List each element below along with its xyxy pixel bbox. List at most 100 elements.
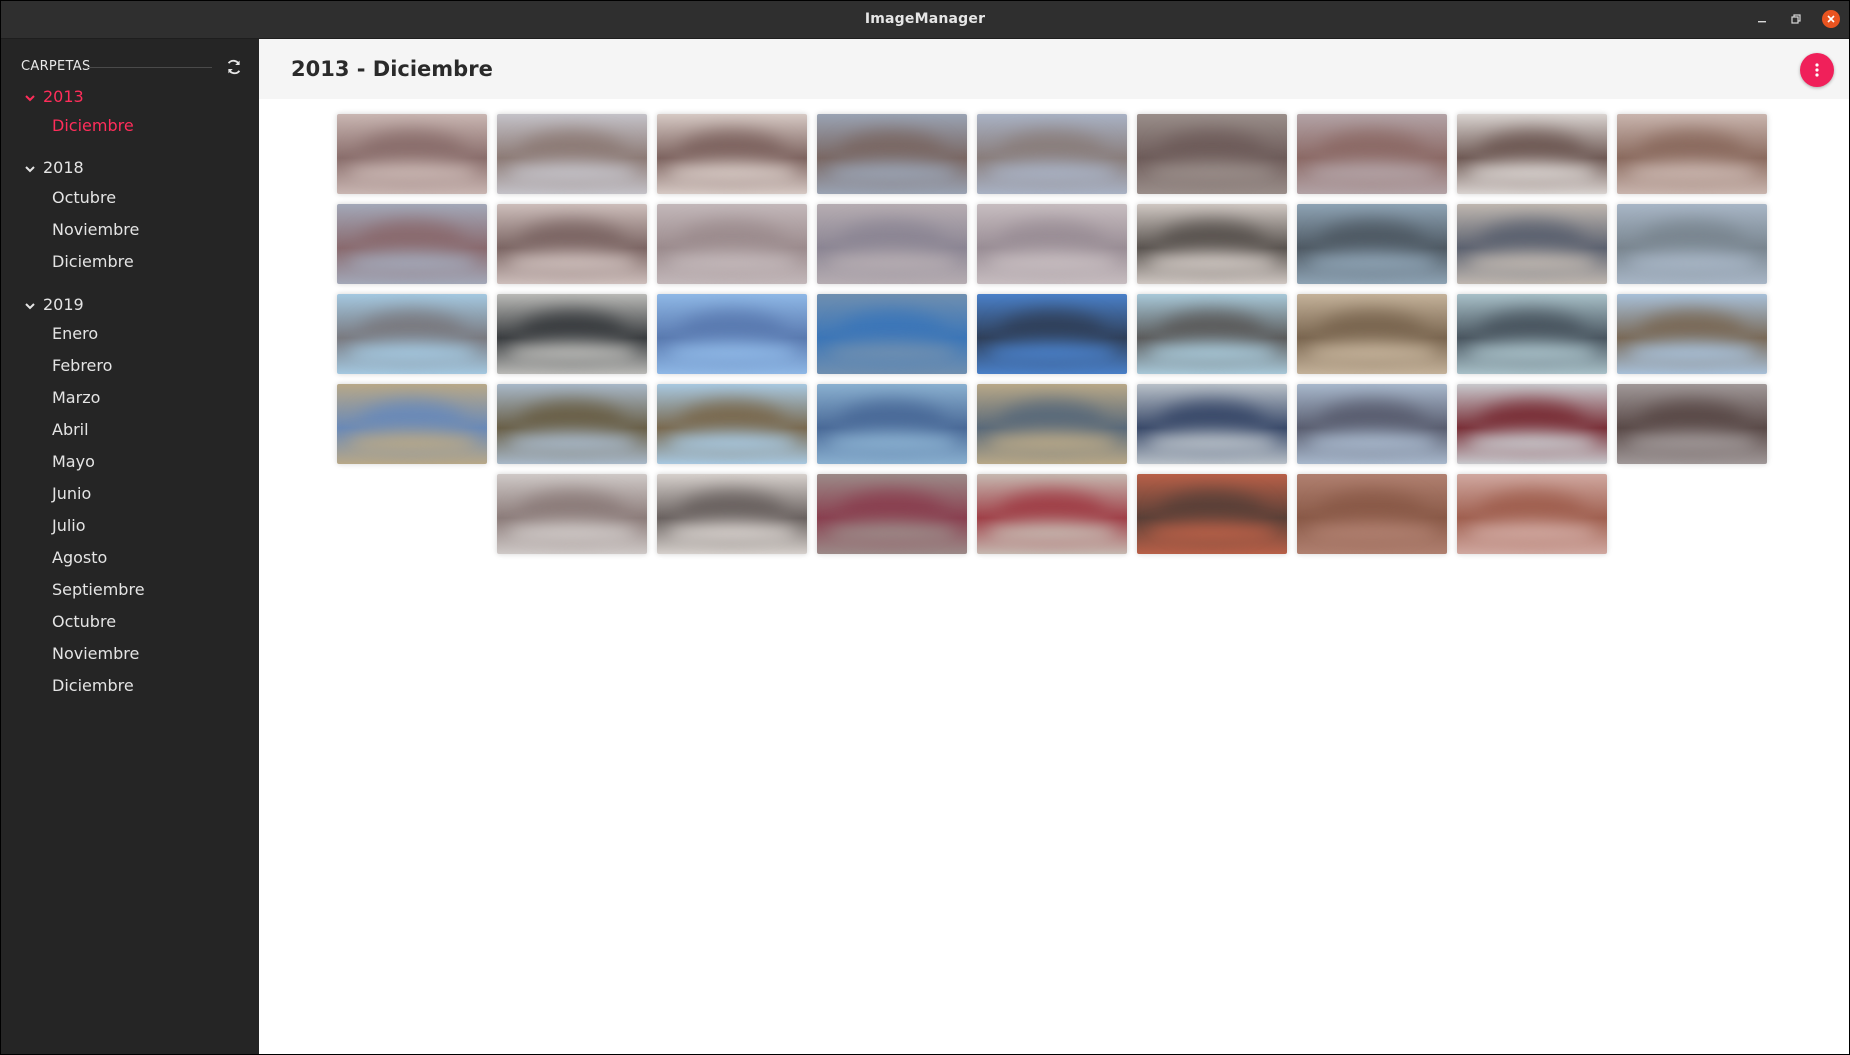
sidebar: CARPETAS 2013 Diciembre 2018 Octubre Nov… — [1, 39, 259, 1054]
photo-thumbnail[interactable] — [977, 384, 1127, 464]
photo-thumbnail[interactable] — [1297, 474, 1447, 554]
photo-thumbnail[interactable] — [497, 204, 647, 284]
photo-thumbnail[interactable] — [497, 114, 647, 194]
photo-thumbnail[interactable] — [977, 114, 1127, 194]
photo-thumbnail[interactable] — [657, 114, 807, 194]
photo-thumbnail[interactable] — [1137, 114, 1287, 194]
photo-thumbnail[interactable] — [977, 474, 1127, 554]
thumbnail-image — [1467, 162, 1597, 184]
photo-thumbnail[interactable] — [1617, 384, 1767, 464]
photo-thumbnail[interactable] — [1457, 204, 1607, 284]
app-window: ImageManager CARPETAS 2013 Diciembre 201… — [1, 1, 1849, 1054]
photo-thumbnail[interactable] — [977, 204, 1127, 284]
folder-month-item[interactable]: Junio — [52, 483, 91, 505]
photo-thumbnail[interactable] — [337, 204, 487, 284]
photo-thumbnail[interactable] — [977, 294, 1127, 374]
thumbnail-image — [827, 342, 957, 364]
refresh-icon[interactable] — [225, 58, 243, 76]
thumbnail-image — [987, 342, 1117, 364]
folder-month-item[interactable]: Agosto — [52, 547, 107, 569]
folder-month-item[interactable]: Febrero — [52, 355, 112, 377]
title-bar: ImageManager — [1, 1, 1849, 39]
thumbnail-image — [507, 252, 637, 274]
photo-thumbnail[interactable] — [1297, 294, 1447, 374]
thumbnail-image — [1307, 342, 1437, 364]
thumbnail-image — [987, 252, 1117, 274]
folder-month-item[interactable]: Noviembre — [52, 219, 139, 241]
folders-label: CARPETAS — [21, 59, 91, 74]
photo-thumbnail[interactable] — [1457, 384, 1607, 464]
photo-thumbnail[interactable] — [1617, 294, 1767, 374]
photo-thumbnail[interactable] — [337, 114, 487, 194]
photo-thumbnail[interactable] — [1457, 114, 1607, 194]
photo-thumbnail[interactable] — [657, 294, 807, 374]
folder-month-item[interactable]: Julio — [52, 515, 86, 537]
photo-thumbnail[interactable] — [1137, 204, 1287, 284]
thumbnail-image — [987, 162, 1117, 184]
minimize-button[interactable] — [1753, 10, 1771, 28]
folder-month-item[interactable]: Marzo — [52, 387, 100, 409]
folder-month-item[interactable]: Abril — [52, 419, 89, 441]
thumbnail-image — [1307, 162, 1437, 184]
folder-month-item[interactable]: Diciembre — [52, 675, 134, 697]
photo-thumbnail[interactable] — [1457, 294, 1607, 374]
thumbnail-image — [347, 162, 477, 184]
folder-month-item[interactable]: Septiembre — [52, 579, 145, 601]
folder-month-item[interactable]: Noviembre — [52, 643, 139, 665]
folders-header: CARPETAS — [21, 57, 243, 77]
folder-month-item[interactable]: Diciembre — [52, 115, 134, 137]
thumbnail-image — [987, 522, 1117, 544]
more-menu-button[interactable] — [1800, 53, 1834, 87]
thumbnail-image — [1147, 252, 1277, 274]
more-vertical-icon — [1815, 63, 1819, 77]
photo-thumbnail[interactable] — [1297, 384, 1447, 464]
photo-thumbnail[interactable] — [337, 294, 487, 374]
main-header: 2013 - Diciembre — [259, 39, 1849, 99]
photo-thumbnail[interactable] — [1297, 114, 1447, 194]
photo-thumbnail[interactable] — [817, 114, 967, 194]
photo-thumbnail[interactable] — [497, 294, 647, 374]
folder-month-item[interactable]: Enero — [52, 323, 98, 345]
thumbnail-image — [827, 162, 957, 184]
chevron-down-icon — [23, 164, 39, 174]
photo-thumbnail[interactable] — [1297, 204, 1447, 284]
photo-thumbnail[interactable] — [1617, 204, 1767, 284]
thumbnail-image — [827, 252, 957, 274]
photo-thumbnail[interactable] — [1137, 474, 1287, 554]
photo-thumbnail[interactable] — [657, 474, 807, 554]
restore-button[interactable] — [1787, 10, 1805, 28]
thumbnail-image — [827, 522, 957, 544]
photo-thumbnail[interactable] — [1457, 474, 1607, 554]
folder-year-2019[interactable]: 2019 — [23, 293, 84, 317]
photo-thumbnail[interactable] — [817, 204, 967, 284]
folder-month-item[interactable]: Octubre — [52, 611, 116, 633]
close-button[interactable] — [1822, 10, 1840, 28]
folder-year-2013[interactable]: 2013 — [23, 85, 84, 109]
thumbnail-image — [1467, 432, 1597, 454]
window-title: ImageManager — [864, 11, 986, 27]
folder-year-2018[interactable]: 2018 — [23, 156, 84, 180]
photo-thumbnail[interactable] — [817, 384, 967, 464]
close-icon — [1827, 15, 1835, 23]
folder-month-item[interactable]: Mayo — [52, 451, 95, 473]
thumbnail-image — [1307, 522, 1437, 544]
photo-thumbnail[interactable] — [337, 384, 487, 464]
header-divider — [87, 67, 212, 68]
folder-month-item[interactable]: Diciembre — [52, 251, 134, 273]
thumbnail-image — [1467, 342, 1597, 364]
thumbnail-image — [1147, 342, 1277, 364]
main-panel: 2013 - Diciembre — [259, 39, 1849, 1054]
photo-thumbnail[interactable] — [497, 474, 647, 554]
photo-thumbnail[interactable] — [497, 384, 647, 464]
photo-thumbnail[interactable] — [657, 204, 807, 284]
photo-thumbnail[interactable] — [817, 474, 967, 554]
thumbnail-image — [1627, 342, 1757, 364]
photo-thumbnail[interactable] — [1137, 294, 1287, 374]
folder-month-item[interactable]: Octubre — [52, 187, 116, 209]
photo-thumbnail[interactable] — [1137, 384, 1287, 464]
thumbnail-image — [507, 432, 637, 454]
photo-thumbnail[interactable] — [817, 294, 967, 374]
thumbnail-image — [667, 432, 797, 454]
photo-thumbnail[interactable] — [1617, 114, 1767, 194]
photo-thumbnail[interactable] — [657, 384, 807, 464]
